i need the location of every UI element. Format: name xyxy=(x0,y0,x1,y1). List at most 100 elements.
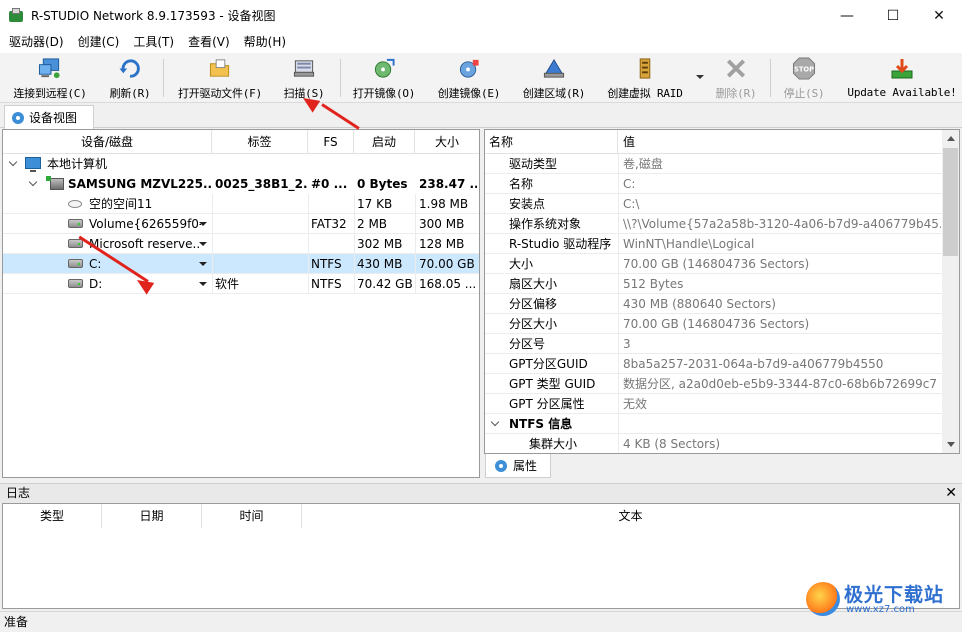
tree-row-local-computer[interactable]: 本地计算机 xyxy=(3,154,479,174)
minimize-button[interactable]: — xyxy=(824,0,870,31)
property-row[interactable]: 操作系统对象 \\?\Volume{57a2a58b-3120-4a06-b7d9… xyxy=(485,214,943,234)
log-col-date[interactable]: 日期 xyxy=(102,504,202,528)
menu-create[interactable]: 创建(C) xyxy=(71,31,127,53)
property-row[interactable]: 扇区大小 512 Bytes xyxy=(485,274,943,294)
create-image-button[interactable]: 创建镜像(E) xyxy=(432,55,506,101)
watermark: 极光下载站 www.xz7.com xyxy=(806,580,956,618)
property-value: C:\ xyxy=(623,197,640,211)
scroll-down-icon[interactable] xyxy=(947,442,955,447)
create-image-label: 创建镜像(E) xyxy=(437,87,501,100)
scan-disk-icon xyxy=(293,60,315,77)
property-value: 无效 xyxy=(623,397,648,411)
create-region-button[interactable]: 创建区域(R) xyxy=(517,55,591,101)
col-header-name[interactable]: 名称 xyxy=(485,130,618,154)
property-row[interactable]: 大小 70.00 GB (146804736 Sectors) xyxy=(485,254,943,274)
property-row[interactable]: 驱动类型 卷,磁盘 xyxy=(485,154,943,174)
disk-fs: #0 ... xyxy=(311,177,348,191)
property-name: GPT分区GUID xyxy=(509,357,588,371)
device-tree-header: 设备/磁盘 标签 FS 启动 大小 xyxy=(3,130,479,154)
log-col-text[interactable]: 文本 xyxy=(302,504,959,528)
collapse-chevron-icon[interactable] xyxy=(8,157,18,167)
property-value: 512 Bytes xyxy=(623,277,684,291)
maximize-icon: ☐ xyxy=(886,7,900,24)
close-icon: ✕ xyxy=(933,7,945,24)
menu-tools[interactable]: 工具(T) xyxy=(126,31,181,53)
col-header-value[interactable]: 值 xyxy=(619,130,919,154)
partition-size: 300 MB xyxy=(419,217,465,231)
partition-icon xyxy=(68,219,83,228)
disk-label: 0025_38B1_2... xyxy=(215,177,307,191)
property-row[interactable]: 安装点 C:\ xyxy=(485,194,943,214)
scroll-thumb[interactable] xyxy=(943,148,958,256)
toolbar: 连接到远程(C) 刷新(R) 打开驱动文件(F) 扫描(S) 打开镜像(O) 创… xyxy=(0,53,962,103)
tree-row-partition[interactable]: D: 软件 NTFS 70.42 GB 168.05 ... xyxy=(3,274,479,294)
log-col-type[interactable]: 类型 xyxy=(3,504,102,528)
partition-icon xyxy=(68,239,83,248)
property-name: 驱动类型 xyxy=(509,157,558,171)
open-image-label: 打开镜像(O) xyxy=(352,87,416,100)
refresh-button[interactable]: 刷新(R) xyxy=(104,55,156,101)
property-row[interactable]: 分区大小 70.00 GB (146804736 Sectors) xyxy=(485,314,943,334)
stop-button[interactable]: STOP 停止(S) xyxy=(778,55,830,101)
property-value: 3 xyxy=(623,337,631,351)
open-drive-file-button[interactable]: 打开驱动文件(F) xyxy=(172,55,268,101)
property-row[interactable]: GPT 类型 GUID 数据分区, a2a0d0eb-e5b9-3344-87c0… xyxy=(485,374,943,394)
collapse-chevron-icon[interactable] xyxy=(28,177,38,187)
delete-label: 删除(R) xyxy=(715,87,757,100)
tree-row-partition[interactable]: Microsoft reserve... 302 MB 128 MB xyxy=(3,234,479,254)
menu-help[interactable]: 帮助(H) xyxy=(237,31,293,53)
partition-fs xyxy=(311,234,353,254)
property-section-ntfs[interactable]: NTFS 信息 xyxy=(485,414,943,434)
col-header-fs[interactable]: FS xyxy=(308,130,354,154)
tree-row-partition[interactable]: 空的空间11 17 KB 1.98 MB xyxy=(3,194,479,214)
property-row[interactable]: 名称 C: xyxy=(485,174,943,194)
tree-row-partition[interactable]: C: NTFS 430 MB 70.00 GB xyxy=(3,254,479,274)
property-row[interactable]: GPT分区GUID 8ba5a257-2031-064a-b7d9-a406779… xyxy=(485,354,943,374)
raid-icon xyxy=(639,58,651,79)
col-header-size[interactable]: 大小 xyxy=(415,130,479,154)
menu-view[interactable]: 查看(V) xyxy=(181,31,237,53)
collapse-chevron-icon[interactable] xyxy=(490,417,500,427)
col-header-device[interactable]: 设备/磁盘 xyxy=(3,130,212,154)
close-button[interactable]: ✕ xyxy=(916,0,962,31)
tab-properties[interactable]: 属性 xyxy=(485,454,551,478)
chevron-down-icon[interactable] xyxy=(199,242,207,246)
property-row[interactable]: R-Studio 驱动程序 WinNT\Handle\Logical xyxy=(485,234,943,254)
refresh-label: 刷新(R) xyxy=(109,87,151,100)
properties-scrollbar[interactable] xyxy=(942,130,959,453)
watermark-logo-icon xyxy=(806,582,840,616)
chevron-down-icon[interactable] xyxy=(199,222,207,226)
property-row[interactable]: 分区号 3 xyxy=(485,334,943,354)
tree-row-disk[interactable]: SAMSUNG MZVL225... 0025_38B1_2... #0 ...… xyxy=(3,174,479,194)
maximize-button[interactable]: ☐ xyxy=(870,0,916,31)
connect-remote-button[interactable]: 连接到远程(C) xyxy=(8,55,92,101)
create-virtual-raid-button[interactable]: 创建虚拟 RAID xyxy=(602,55,688,101)
update-available-button[interactable]: Update Available! xyxy=(847,55,957,101)
property-row[interactable]: GPT 分区属性 无效 xyxy=(485,394,943,414)
refresh-icon xyxy=(119,59,140,78)
open-folder-icon xyxy=(209,59,230,77)
partition-name: Microsoft reserve... xyxy=(89,237,201,251)
log-close-icon[interactable]: ✕ xyxy=(945,485,957,502)
col-header-label[interactable]: 标签 xyxy=(212,130,308,154)
chevron-down-icon[interactable] xyxy=(199,262,207,266)
property-name: GPT 分区属性 xyxy=(509,397,585,411)
scroll-up-icon[interactable] xyxy=(947,136,955,141)
chevron-down-icon[interactable] xyxy=(199,282,207,286)
menu-drive[interactable]: 驱动器(D) xyxy=(2,31,71,53)
property-row[interactable]: 分区偏移 430 MB (880640 Sectors) xyxy=(485,294,943,314)
hard-disk-icon xyxy=(46,176,64,190)
open-image-button[interactable]: 打开镜像(O) xyxy=(348,55,420,101)
partition-name: C: xyxy=(89,257,102,271)
property-row[interactable]: 集群大小 4 KB (8 Sectors) xyxy=(485,434,943,453)
log-col-time[interactable]: 时间 xyxy=(202,504,302,528)
disk-start: 0 Bytes xyxy=(357,177,408,191)
property-value: C: xyxy=(623,177,636,191)
partition-start: 430 MB xyxy=(357,257,403,271)
delete-button[interactable]: 删除(R) xyxy=(712,55,760,101)
col-header-start[interactable]: 启动 xyxy=(354,130,415,154)
tab-device-view[interactable]: 设备视图 xyxy=(4,105,94,129)
watermark-url: www.xz7.com xyxy=(846,604,915,615)
raid-dropdown-arrow[interactable] xyxy=(696,75,704,79)
tree-row-partition[interactable]: Volume{626559f0-... FAT32 2 MB 300 MB xyxy=(3,214,479,234)
